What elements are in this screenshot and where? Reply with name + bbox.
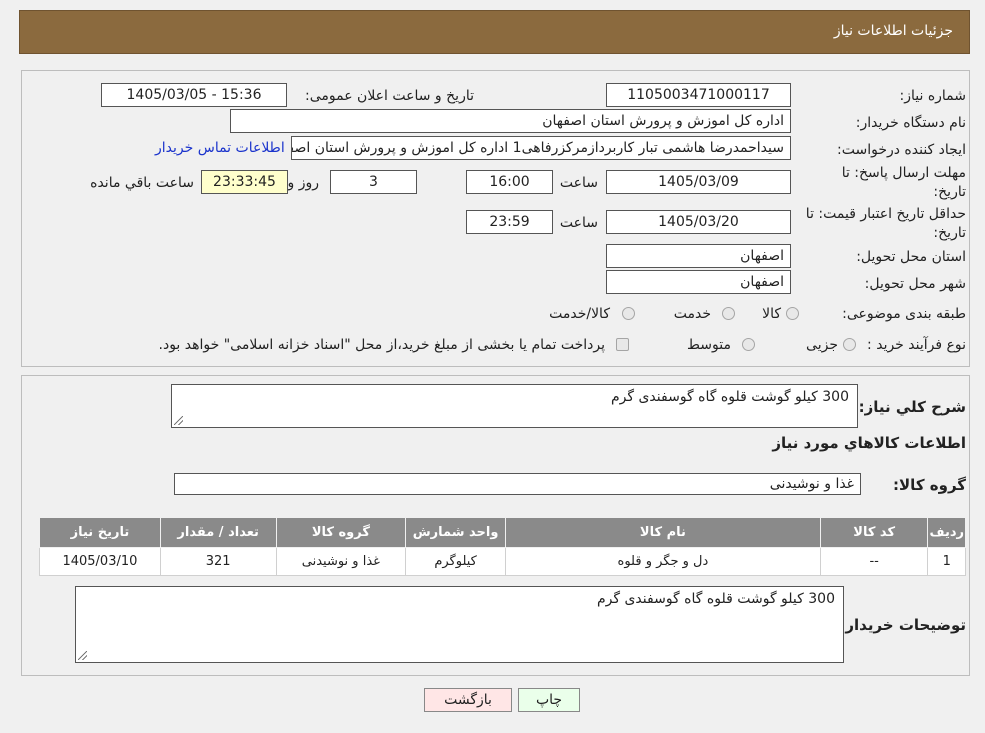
category-goods-service-radio[interactable] xyxy=(622,307,635,320)
col-quantity: تعداد / مقدار xyxy=(159,517,277,548)
category-goods-service-label: کالا/خدمت xyxy=(549,306,610,322)
resize-grip-icon[interactable] xyxy=(78,651,87,660)
validity-label: حداقل تاریخ اعتبار قیمت: تا xyxy=(805,206,966,222)
deadline-label-line2: تاریخ: xyxy=(933,184,966,200)
description-label: شرح كلي نياز: xyxy=(858,398,966,416)
process-treasury-checkbox[interactable] xyxy=(616,338,629,351)
creator-field: سیداحمدرضا هاشمی تبار کاربردازمرکزرفاهی1… xyxy=(291,136,791,160)
province-field: اصفهان xyxy=(606,244,791,268)
deadline-time-label: ساعت xyxy=(559,175,598,191)
col-name: نام كالا xyxy=(505,517,821,548)
col-row: رديف xyxy=(927,517,966,548)
cell-date: 1405/03/10 xyxy=(39,547,161,576)
table-row: 1 -- دل و جگر و قلوه کیلوگرم غذا و نوشید… xyxy=(39,547,966,576)
buyer-org-label: نام دستگاه خریدار: xyxy=(855,115,966,131)
remaining-time-field: 23:33:45 xyxy=(201,170,288,194)
process-small-radio[interactable] xyxy=(843,338,856,351)
category-goods-label: کالا xyxy=(762,306,781,322)
col-code: كد كالا xyxy=(819,517,929,548)
category-service-radio[interactable] xyxy=(722,307,735,320)
province-label: استان محل تحویل: xyxy=(856,249,966,265)
back-button[interactable]: بازگشت xyxy=(424,688,512,712)
process-medium-label: متوسط xyxy=(687,337,731,353)
buyer-notes-text: 300 کیلو گوشت قلوه گاه گوسفندی گرم xyxy=(596,591,835,607)
col-unit: واحد شمارش xyxy=(405,517,506,548)
city-label: شهر محل تحویل: xyxy=(864,276,966,292)
remaining-label: ساعت باقي مانده xyxy=(90,175,194,191)
process-label: نوع فرآیند خرید : xyxy=(867,337,966,353)
cell-unit: کیلوگرم xyxy=(405,547,506,576)
category-service-label: خدمت xyxy=(673,306,711,322)
col-group: گروه كالا xyxy=(275,517,407,548)
cell-quantity: 321 xyxy=(159,547,277,576)
deadline-label: مهلت ارسال پاسخ: تا xyxy=(841,165,966,181)
page-header: جزئیات اطلاعات نیاز xyxy=(19,10,970,54)
goods-group-field: غذا و نوشیدنی xyxy=(174,473,861,495)
deadline-date-field: 1405/03/09 xyxy=(606,170,791,194)
process-small-label: جزیی xyxy=(806,337,838,353)
category-label: طبقه بندی موضوعی: xyxy=(842,306,966,322)
cell-group: غذا و نوشیدنی xyxy=(275,547,407,576)
remaining-days-field: 3 xyxy=(330,170,417,194)
cell-code: -- xyxy=(819,547,929,576)
goods-group-label: گروه كالا: xyxy=(893,476,966,494)
creator-label: ایجاد کننده درخواست: xyxy=(837,142,966,158)
validity-date-field: 1405/03/20 xyxy=(606,210,791,234)
need-number-field: 1105003471000117 xyxy=(606,83,791,107)
announce-label: تاریخ و ساعت اعلان عمومی: xyxy=(305,88,474,104)
goods-info-title: اطلاعات كالاهاي مورد نياز xyxy=(772,434,966,452)
buyer-contact-link[interactable]: اطلاعات تماس خریدار xyxy=(155,140,285,156)
need-number-label: شماره نیاز: xyxy=(899,88,967,104)
process-note: پرداخت تمام يا بخشی از مبلغ خريد،از محل … xyxy=(158,337,605,353)
description-text: 300 کیلو گوشت قلوه گاه گوسفندی گرم xyxy=(610,389,849,405)
category-goods-radio[interactable] xyxy=(786,307,799,320)
description-field: 300 کیلو گوشت قلوه گاه گوسفندی گرم xyxy=(171,384,858,428)
buyer-notes-field: 300 کیلو گوشت قلوه گاه گوسفندی گرم xyxy=(75,586,844,663)
items-table-header: رديف كد كالا نام كالا واحد شمارش گروه كا… xyxy=(39,517,966,548)
print-button[interactable]: چاپ xyxy=(518,688,580,712)
buyer-org-field: اداره كل اموزش و پرورش استان اصفهان xyxy=(230,109,791,133)
cell-name: دل و جگر و قلوه xyxy=(505,547,821,576)
validity-time-label: ساعت xyxy=(559,215,598,231)
city-field: اصفهان xyxy=(606,270,791,294)
validity-label-line2: تاریخ: xyxy=(933,225,966,241)
col-date: تاريخ نياز xyxy=(39,517,161,548)
buyer-notes-label: توضیحات خریدار: xyxy=(839,616,966,634)
deadline-time-field: 16:00 xyxy=(466,170,553,194)
cell-row: 1 xyxy=(927,547,966,576)
resize-grip-icon[interactable] xyxy=(174,416,183,425)
process-medium-radio[interactable] xyxy=(742,338,755,351)
validity-time-field: 23:59 xyxy=(466,210,553,234)
page-title: جزئیات اطلاعات نیاز xyxy=(833,23,953,39)
announce-datetime-field: 1405/03/05 - 15:36 xyxy=(101,83,287,107)
items-table: رديف كد كالا نام كالا واحد شمارش گروه كا… xyxy=(39,517,966,576)
days-label: روز و xyxy=(287,175,320,191)
